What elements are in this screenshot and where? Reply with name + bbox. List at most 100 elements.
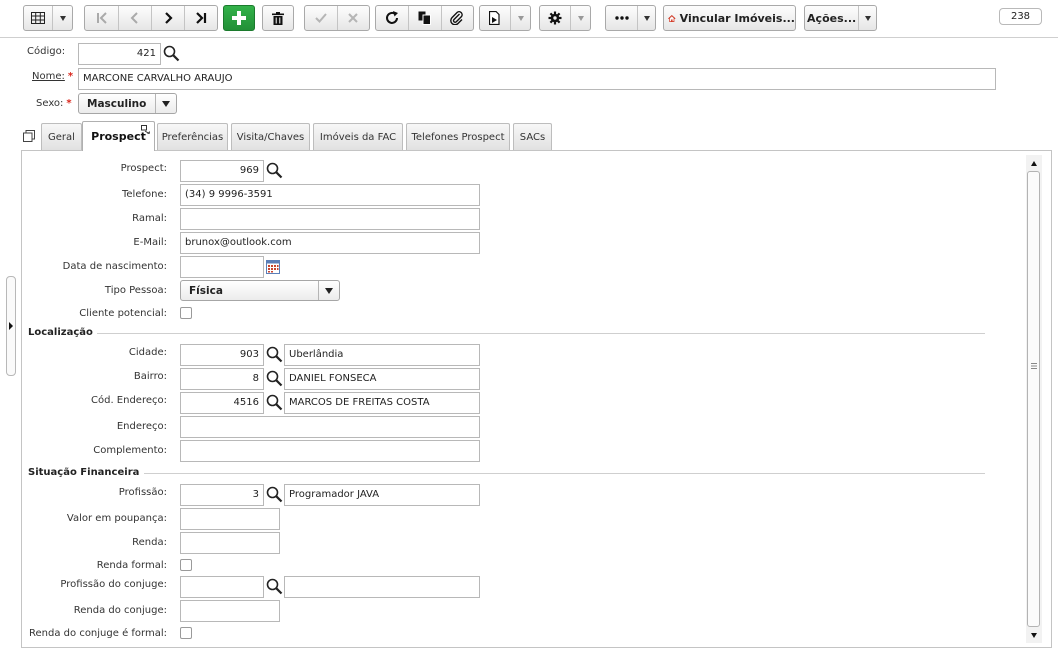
sexo-dropdown[interactable] [155,94,176,113]
previous-record-button[interactable] [118,6,151,30]
cancel-button[interactable] [336,6,369,30]
profissao-code-input[interactable]: 3 [180,484,264,506]
profissao-conjuge-code-input[interactable] [180,576,264,598]
export-dropdown[interactable] [510,6,530,30]
restore-window-icon[interactable] [23,130,35,142]
action-button-group [375,5,474,31]
codigo-input[interactable]: 421 [78,43,161,65]
tab-imoveis-fac[interactable]: Imóveis da FAC [313,123,403,150]
vertical-scrollbar[interactable] [1026,155,1042,643]
renda-formal-label: Renda formal: [96,560,167,571]
tab-preferencias[interactable]: Preferências [157,123,228,150]
cliente-potencial-checkbox[interactable] [180,307,192,319]
acoes-button[interactable]: Ações... [805,6,858,30]
nascimento-input[interactable] [180,256,264,278]
grid-view-button[interactable] [24,6,52,30]
tab-prospect[interactable]: Prospect [82,121,155,151]
search-icon[interactable] [266,578,283,595]
confirm-button[interactable] [305,6,337,30]
attach-button[interactable] [440,6,473,30]
more-dropdown[interactable] [637,6,655,30]
search-icon[interactable] [266,346,283,363]
profissao-label: Profissão: [118,487,167,498]
side-panel-handle[interactable] [6,276,16,376]
tab-sacs[interactable]: SACs [513,123,552,150]
first-icon [96,12,107,24]
delete-button[interactable] [262,5,294,31]
scroll-up-button[interactable] [1027,156,1041,170]
required-asterisk: * [66,98,72,109]
search-icon[interactable] [163,45,180,62]
nome-input[interactable]: MARCONE CARVALHO ARAUJO [78,68,996,90]
cod-endereco-code-input[interactable]: 4516 [180,392,264,414]
situacao-financeira-section-title: Situação Financeira [28,467,140,478]
renda-conjuge-label: Renda do conjuge: [73,605,167,616]
sexo-select[interactable]: Masculino [78,93,177,114]
localizacao-divider [97,333,985,334]
next-record-button[interactable] [151,6,184,30]
chevron-down-icon [325,287,333,294]
tipo-pessoa-select[interactable]: Física [180,280,340,301]
renda-conjuge-input[interactable] [180,600,280,622]
tab-telefones-prospect[interactable]: Telefones Prospect [406,123,510,150]
renda-conjuge-formal-checkbox[interactable] [180,627,192,639]
search-icon[interactable] [266,370,283,387]
renda-formal-checkbox[interactable] [180,559,192,571]
poupanca-input[interactable] [180,508,280,530]
grid-view-dropdown[interactable] [52,6,72,30]
tab-preferencias-label: Preferências [161,131,224,143]
ramal-input[interactable] [180,208,480,230]
tab-imoveis-fac-label: Imóveis da FAC [319,131,397,143]
cidade-name-input[interactable]: Uberlândia [284,344,480,366]
endereco-input[interactable] [180,416,480,438]
arrow-down-icon [1031,632,1037,638]
profissao-name-input[interactable]: Programador JAVA [284,484,480,506]
detach-tab-icon[interactable] [141,125,150,134]
ramal-label: Ramal: [132,213,167,224]
bairro-code-input[interactable]: 8 [180,368,264,390]
profissao-conjuge-name-input[interactable] [284,576,480,598]
tab-visita-chaves[interactable]: Visita/Chaves [231,123,310,150]
vincular-imoveis-button[interactable]: Vincular Imóveis... [663,5,796,31]
tab-geral[interactable]: Geral [41,123,82,150]
toolbar-divider [0,37,1058,38]
search-icon[interactable] [266,162,283,179]
last-record-button[interactable] [184,6,217,30]
complemento-label: Complemento: [93,445,167,456]
export-document-icon [489,11,500,25]
tipo-pessoa-dropdown[interactable] [318,281,339,300]
more-button[interactable] [606,6,637,30]
duplicate-button[interactable] [408,6,440,30]
settings-dropdown[interactable] [570,6,590,30]
acoes-dropdown[interactable] [858,6,876,30]
bairro-name-input[interactable]: DANIEL FONSECA [284,368,480,390]
nome-label-wrap: Nome: * [32,71,73,82]
search-icon[interactable] [266,486,283,503]
endereco-label: Endereço: [116,421,167,432]
cidade-code-input[interactable]: 903 [180,344,264,366]
close-icon [348,13,359,23]
add-button[interactable] [223,5,255,31]
refresh-icon [386,11,399,24]
export-button[interactable] [480,6,510,30]
search-icon[interactable] [266,394,283,411]
chevron-down-icon [577,15,584,21]
nome-label[interactable]: Nome: [32,71,65,82]
first-record-button[interactable] [85,6,118,30]
prospect-input[interactable]: 969 [180,160,264,182]
email-input[interactable]: brunox@outlook.com [180,232,480,254]
tipo-pessoa-value: Física [189,284,223,297]
scrollbar-thumb[interactable] [1027,171,1040,627]
codigo-label: Código: [27,46,66,57]
refresh-button[interactable] [376,6,408,30]
telefone-input[interactable]: (34) 9 9996-3591 [180,184,480,206]
tipo-pessoa-label: Tipo Pessoa: [104,285,167,296]
scroll-down-button[interactable] [1027,628,1041,642]
renda-input[interactable] [180,532,280,554]
calendar-icon[interactable] [266,260,280,274]
complemento-input[interactable] [180,440,480,462]
cod-endereco-name-input[interactable]: MARCOS DE FREITAS COSTA [284,392,480,414]
settings-button[interactable] [540,6,570,30]
cidade-label: Cidade: [128,347,167,358]
settings-button-group [539,5,591,31]
